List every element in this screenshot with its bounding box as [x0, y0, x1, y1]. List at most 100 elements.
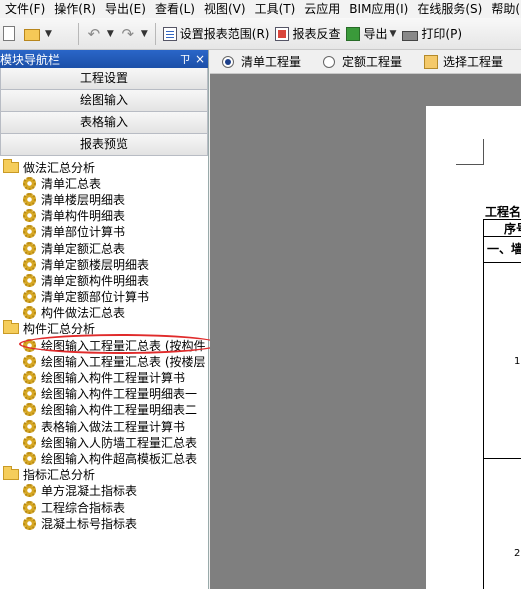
redo-icon: ↷: [121, 24, 135, 43]
tree-item[interactable]: 清单定额构件明细表: [0, 272, 208, 288]
set-report-range-button[interactable]: 设置报表范围(R): [160, 23, 273, 45]
tree-item[interactable]: 清单构件明细表: [0, 208, 208, 224]
gear-icon: [23, 192, 36, 206]
toolbar: ▼ ↶ ▼ ↷ ▼ 设置报表范围(R) 报表反查 导出 ▼ 打印(P): [0, 18, 521, 50]
export-button[interactable]: 导出 ▼: [343, 23, 399, 45]
tree-label: 单方混凝土指标表: [41, 484, 138, 499]
tree-item[interactable]: 混凝土标号指标表: [0, 515, 208, 531]
gear-icon: [23, 371, 36, 385]
tree-label: 绘图输入人防墙工程量汇总表: [41, 435, 198, 450]
pin-icon[interactable]: ㄗ: [178, 51, 192, 67]
tree-item[interactable]: 清单汇总表: [0, 175, 208, 191]
nav-table-input[interactable]: 表格输入: [0, 112, 208, 134]
tree-folder[interactable]: 指标汇总分析: [0, 466, 208, 483]
tree-item[interactable]: 绘图输入工程量汇总表 (按构件: [0, 337, 208, 353]
menu-help[interactable]: 帮助(H: [486, 0, 521, 18]
gear-icon: [23, 241, 36, 255]
menu-cloud[interactable]: 云应用: [299, 0, 344, 18]
undo-icon: ↶: [87, 24, 101, 43]
tree-item[interactable]: 绘图输入工程量汇总表 (按楼层: [0, 353, 208, 369]
tree-item[interactable]: 绘图输入构件超高模板汇总表: [0, 450, 208, 466]
new-button[interactable]: [0, 23, 21, 45]
print-label: 打印(P): [421, 27, 463, 41]
select-quantity-button[interactable]: 选择工程量: [424, 53, 503, 70]
gear-icon: [23, 290, 36, 304]
tree-item[interactable]: 绘图输入构件工程量明细表一: [0, 386, 208, 402]
gear-icon: [23, 387, 36, 401]
tree-label: 清单定额部位计算书: [41, 290, 150, 305]
tree-item[interactable]: 单方混凝土指标表: [0, 483, 208, 499]
print-button[interactable]: 打印(P): [399, 23, 465, 45]
menu-export[interactable]: 导出(E): [100, 0, 150, 18]
radio-unselected-icon: [323, 55, 336, 68]
tree-item[interactable]: 表格输入做法工程量计算书: [0, 418, 208, 434]
toolbar-divider: [154, 22, 156, 45]
report-check-icon: [275, 26, 290, 41]
redo-button[interactable]: ↷ ▼: [117, 23, 151, 45]
tree-item[interactable]: 绘图输入人防墙工程量汇总表: [0, 434, 208, 450]
gear-icon: [23, 516, 36, 530]
folder-icon: [3, 466, 19, 481]
gear-icon: [23, 225, 36, 239]
tree-label: 绘图输入工程量汇总表 (按构件: [41, 338, 206, 353]
save-button[interactable]: [55, 23, 74, 45]
report-check-button[interactable]: 报表反查: [272, 23, 343, 45]
gear-icon: [23, 338, 36, 352]
nav-report-preview[interactable]: 报表预览: [0, 134, 208, 156]
menu-tools[interactable]: 工具(T): [250, 0, 300, 18]
gear-icon: [23, 451, 36, 465]
radio-quota-label: 定额工程量: [342, 55, 403, 69]
tree-folder[interactable]: 构件汇总分析: [0, 320, 208, 337]
gear-icon: [23, 257, 36, 271]
menu-bim[interactable]: BIM应用(I): [344, 0, 412, 18]
open-button[interactable]: ▼: [21, 23, 55, 45]
gear-icon: [23, 209, 36, 223]
tree-label: 绘图输入构件超高模板汇总表: [41, 451, 198, 466]
report-area: 清单工程量 定额工程量 选择工程量 工程名 序号 一、墙 1 2: [210, 50, 521, 589]
close-icon[interactable]: ×: [192, 52, 208, 66]
tree-folder[interactable]: 做法汇总分析: [0, 158, 208, 175]
tree-item[interactable]: 清单定额楼层明细表: [0, 256, 208, 272]
open-folder-icon: [24, 28, 40, 41]
select-icon: [424, 54, 439, 69]
menu-view[interactable]: 视图(V): [199, 0, 250, 18]
tree-item[interactable]: 绘图输入构件工程量计算书: [0, 369, 208, 385]
tree-item[interactable]: 清单部位计算书: [0, 224, 208, 240]
gear-icon: [23, 273, 36, 287]
radio-quota-quantity[interactable]: 定额工程量: [323, 53, 402, 70]
report-tree: 做法汇总分析 清单汇总表 清单楼层明细表 清单构件明细表 清单部位计算书 清单定额汇总表清…: [0, 156, 208, 531]
tree-label: 工程综合指标表: [41, 500, 126, 515]
save-icon: [58, 26, 68, 42]
report-doc-title: 工程名: [485, 205, 521, 219]
menu-file[interactable]: 文件(F): [0, 0, 49, 18]
menu-bar: 文件(F) 操作(R) 导出(E) 查看(L) 视图(V) 工具(T) 云应用 …: [0, 0, 521, 18]
menu-online[interactable]: 在线服务(S): [412, 0, 486, 18]
tree-item[interactable]: 工程综合指标表: [0, 499, 208, 515]
menu-operate[interactable]: 操作(R): [49, 0, 100, 18]
chevron-down-icon: ▼: [389, 28, 397, 39]
menu-view-l[interactable]: 查看(L): [150, 0, 199, 18]
module-nav-panel: 模块导航栏 ㄗ × 工程设置 绘图输入 表格输入 报表预览 做法汇总分析 清单汇总…: [0, 50, 209, 589]
tree-item[interactable]: 构件做法汇总表: [0, 305, 208, 321]
tree-label: 绘图输入工程量汇总表 (按楼层: [41, 354, 206, 369]
nav-drawing-input[interactable]: 绘图输入: [0, 90, 208, 112]
gear-icon: [23, 500, 36, 514]
folder-icon: [3, 158, 19, 173]
tree-label: 构件汇总分析: [23, 322, 96, 337]
tree-item[interactable]: 清单定额汇总表: [0, 240, 208, 256]
gear-icon: [23, 354, 36, 368]
nav-project-settings[interactable]: 工程设置: [0, 68, 208, 90]
report-range-icon: [162, 26, 177, 41]
gear-icon: [23, 176, 36, 190]
gear-icon: [23, 419, 36, 433]
tree-item[interactable]: 清单定额部位计算书: [0, 289, 208, 305]
gear-icon: [23, 306, 36, 320]
tree-item[interactable]: 绘图输入构件工程量明细表二: [0, 402, 208, 418]
tree-item[interactable]: 清单楼层明细表: [0, 191, 208, 207]
report-table: 序号 一、墙 1 2: [483, 219, 521, 589]
report-check-label: 报表反查: [292, 27, 341, 41]
radio-bill-quantity[interactable]: 清单工程量: [222, 53, 301, 70]
gear-icon: [23, 403, 36, 417]
panel-title: 模块导航栏: [0, 52, 61, 67]
undo-button[interactable]: ↶ ▼: [83, 23, 117, 45]
